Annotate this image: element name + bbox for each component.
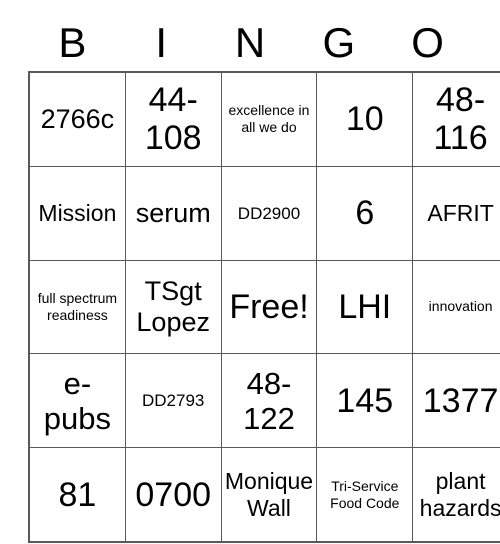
bingo-cell-label: 10: [345, 100, 384, 139]
bingo-cell-label: serum: [135, 197, 211, 228]
bingo-cell-n5[interactable]: Monique Wall: [220, 447, 318, 543]
bingo-cell-label: 0700: [135, 475, 212, 514]
bingo-cell-o3[interactable]: innovation: [412, 259, 500, 355]
bingo-cell-label: plant hazards: [419, 467, 500, 521]
bingo-cell-i3[interactable]: TSgt Lopez: [124, 259, 222, 355]
bingo-cell-label: LHI: [338, 287, 392, 326]
bingo-cell-g4[interactable]: 145: [316, 353, 414, 449]
bingo-row-3: full spectrum readiness TSgt Lopez Free!…: [28, 259, 500, 355]
bingo-cell-label: TSgt Lopez: [136, 275, 210, 337]
bingo-cell-n4[interactable]: 48-122: [220, 353, 318, 449]
bingo-cell-label: DD2793: [142, 391, 205, 411]
bingo-header-row: B I N G O: [28, 14, 472, 71]
bingo-cell-n1[interactable]: excellence in all we do: [220, 71, 318, 167]
bingo-header-letter-g: G: [322, 18, 356, 66]
bingo-cell-o5[interactable]: plant hazards: [412, 447, 500, 543]
bingo-cell-label: 2766c: [40, 103, 115, 134]
bingo-cell-label: innovation: [428, 298, 493, 315]
bingo-cell-label: 6: [355, 194, 375, 233]
bingo-cell-g3[interactable]: LHI: [316, 259, 414, 355]
bingo-header-letter-o: O: [411, 18, 444, 66]
bingo-card: B I N G O 2766c 44-108 excellence in all…: [28, 14, 500, 543]
bingo-cell-label: Monique Wall: [224, 467, 314, 521]
bingo-cell-b1[interactable]: 2766c: [28, 71, 126, 167]
bingo-cell-n2[interactable]: DD2900: [220, 165, 318, 261]
bingo-cell-o2[interactable]: AFRIT: [412, 165, 500, 261]
bingo-cell-b3[interactable]: full spectrum readiness: [28, 259, 126, 355]
bingo-grid: 2766c 44-108 excellence in all we do 10 …: [28, 71, 500, 543]
bingo-cell-label: DD2900: [237, 203, 301, 223]
bingo-cell-b4[interactable]: e-pubs: [28, 353, 126, 449]
bingo-cell-label: 48-116: [433, 81, 488, 158]
bingo-row-1: 2766c 44-108 excellence in all we do 10 …: [28, 71, 500, 167]
bingo-row-5: 81 0700 Monique Wall Tri-Service Food Co…: [28, 447, 500, 543]
bingo-cell-label: Free!: [229, 287, 309, 326]
bingo-cell-label: full spectrum readiness: [37, 289, 118, 323]
bingo-cell-label: Tri-Service Food Code: [330, 477, 400, 511]
bingo-header-letter-b: B: [58, 18, 87, 66]
bingo-cell-label: 44-108: [144, 81, 202, 158]
bingo-cell-label: 1377: [422, 381, 499, 420]
bingo-cell-label: excellence in all we do: [228, 102, 310, 136]
bingo-cell-g5[interactable]: Tri-Service Food Code: [316, 447, 414, 543]
bingo-header-letter-i: I: [155, 18, 168, 66]
bingo-cell-label: e-pubs: [43, 365, 112, 436]
bingo-cell-o4[interactable]: 1377: [412, 353, 500, 449]
bingo-row-2: Mission serum DD2900 6 AFRIT: [28, 165, 500, 261]
bingo-cell-g1[interactable]: 10: [316, 71, 414, 167]
bingo-cell-label: AFRIT: [427, 199, 494, 226]
bingo-row-4: e-pubs DD2793 48-122 145 1377: [28, 353, 500, 449]
bingo-cell-free-space[interactable]: Free!: [220, 259, 318, 355]
bingo-cell-i4[interactable]: DD2793: [124, 353, 222, 449]
bingo-cell-o1[interactable]: 48-116: [412, 71, 500, 167]
bingo-cell-label: 145: [336, 381, 394, 420]
bingo-cell-i2[interactable]: serum: [124, 165, 222, 261]
bingo-header-letter-n: N: [234, 18, 266, 66]
bingo-cell-i1[interactable]: 44-108: [124, 71, 222, 167]
bingo-cell-i5[interactable]: 0700: [124, 447, 222, 543]
bingo-cell-label: 48-122: [243, 365, 295, 436]
bingo-cell-label: Mission: [38, 199, 117, 226]
bingo-cell-b5[interactable]: 81: [28, 447, 126, 543]
bingo-cell-b2[interactable]: Mission: [28, 165, 126, 261]
bingo-cell-label: 81: [58, 475, 97, 514]
bingo-cell-g2[interactable]: 6: [316, 165, 414, 261]
